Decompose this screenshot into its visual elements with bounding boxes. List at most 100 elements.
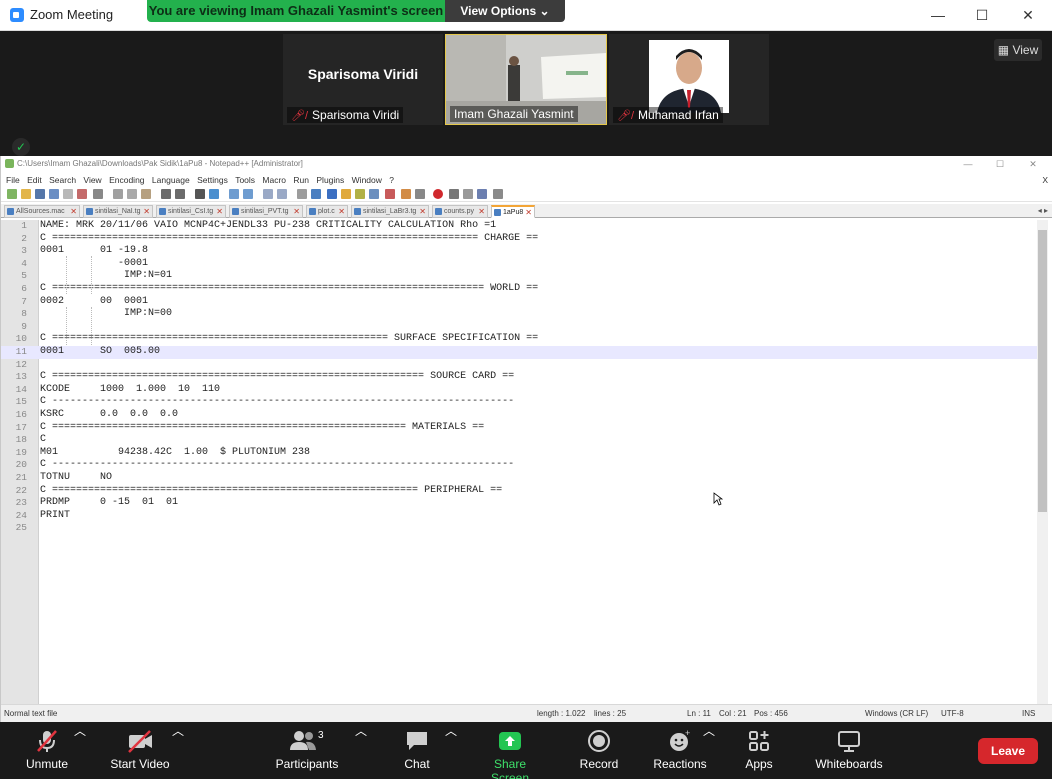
- video-options-chevron-icon[interactable]: ︿: [172, 722, 184, 738]
- code-line: 19 M01 94238.42C 1.00 $ PLUTONIUM 238: [1, 447, 1038, 460]
- minimize-button[interactable]: —: [924, 5, 952, 25]
- status-lines: lines : 25: [594, 709, 627, 718]
- code-line: 23 PRDMP 0 -15 01 01: [1, 497, 1038, 510]
- play-macro-icon: [463, 189, 473, 199]
- code-line: 8 IMP:N=00: [1, 308, 1038, 321]
- npp-menu-help: ?: [389, 175, 394, 185]
- line-text: NAME: MRK 20/11/06 VAIO MCNP4C+JENDL33 P…: [40, 220, 497, 231]
- line-number: 22: [15, 484, 27, 496]
- indent-guide-icon: [327, 189, 337, 199]
- participant-tile-1[interactable]: Sparisoma Viridi 🎤︎/Sparisoma Viridi: [283, 34, 443, 125]
- mic-muted-icon: 🎤︎/: [617, 110, 635, 122]
- copy-icon: [127, 189, 137, 199]
- tab-close-icon: ✕: [293, 207, 300, 216]
- record-button[interactable]: Record: [576, 722, 622, 779]
- grid-icon: ▦: [997, 43, 1010, 57]
- leave-button[interactable]: Leave: [978, 738, 1038, 764]
- udl-icon: [341, 189, 351, 199]
- tab-sintilasi-csi: sintilasi_CsI.tg ✕: [156, 205, 226, 218]
- npp-maximize-icon: ☐: [995, 159, 1005, 169]
- svg-text:+: +: [685, 728, 690, 738]
- code-line: 4 -0001: [1, 258, 1038, 271]
- maximize-button[interactable]: ☐: [968, 5, 996, 25]
- close-button[interactable]: ✕: [1014, 5, 1042, 25]
- meeting-controls: Unmute ︿ Start Video ︿ 3 Participants ︿ …: [0, 722, 1052, 779]
- chat-chevron-icon[interactable]: ︿: [445, 722, 457, 738]
- participant-tile-3[interactable]: 🎤︎/Muhamad Irfan: [609, 34, 769, 125]
- monitoring-icon: [401, 189, 411, 199]
- participants-button[interactable]: 3 Participants: [270, 722, 344, 779]
- tab-close-icon: ✕: [478, 207, 485, 216]
- code-line: 16 KSRC 0.0 0.0 0.0: [1, 409, 1038, 422]
- share-screen-button[interactable]: Share Screen: [474, 722, 546, 779]
- close-all-icon: [77, 189, 87, 199]
- code-line: 20 C ------------------------------------…: [1, 459, 1038, 472]
- view-options-button[interactable]: View Options ⌄: [445, 0, 565, 22]
- chat-button[interactable]: Chat: [396, 722, 438, 779]
- status-file-type: Normal text file: [4, 709, 58, 718]
- reactions-chevron-icon[interactable]: ︿: [703, 722, 715, 738]
- run-macro-multiple-icon: [477, 189, 487, 199]
- shared-screen-notepadpp: C:\Users\Imam Ghazali\Downloads\Pak Sidi…: [0, 156, 1052, 722]
- line-text: 0001 01 -19.8: [40, 245, 149, 257]
- line-number: 12: [15, 358, 27, 370]
- save-macro-icon: [493, 189, 503, 199]
- code-line: 18 C: [1, 434, 1038, 447]
- indent-guide: [91, 256, 92, 294]
- video-off-icon: [104, 728, 176, 754]
- line-text: 0002 00 0001: [40, 295, 149, 307]
- line-text: C ======================================…: [40, 421, 485, 433]
- code-line: 5 IMP:N=01: [1, 270, 1038, 283]
- whiteboards-button[interactable]: Whiteboards: [811, 722, 887, 779]
- tab-plot: plot.c ✕: [306, 205, 348, 218]
- line-number: 18: [15, 434, 27, 446]
- npp-close-icon: ✕: [1029, 159, 1037, 169]
- npp-menu-bar: File Edit Search View Encoding Language …: [1, 173, 1052, 187]
- line-text: KCODE 1000 1.000 10 110: [40, 383, 221, 395]
- doc-map-icon: [355, 189, 365, 199]
- view-options-label: View Options: [460, 4, 537, 18]
- paste-icon: [141, 189, 151, 199]
- mic-muted-icon: [14, 728, 80, 754]
- vertical-scrollbar: [1037, 220, 1048, 704]
- unmute-button[interactable]: Unmute: [14, 722, 80, 779]
- cut-icon: [113, 189, 123, 199]
- status-pos: Pos : 456: [754, 709, 788, 718]
- participant-tile-2[interactable]: Imam Ghazali Yasmint: [445, 34, 607, 125]
- stop-macro-icon: [449, 189, 459, 199]
- tab-allsources: AllSources.mac ✕: [4, 205, 80, 218]
- record-icon: [576, 728, 622, 754]
- tab-sintilasi-nai: sintilasi_NaI.tg ✕: [83, 205, 153, 218]
- apps-button[interactable]: Apps: [740, 722, 778, 779]
- audio-options-chevron-icon[interactable]: ︿: [74, 722, 86, 738]
- security-shield-icon[interactable]: ✓: [12, 138, 30, 156]
- participant-label: 🎤︎/Muhamad Irfan: [613, 107, 723, 123]
- npp-menu-plugins: Plugins: [316, 175, 345, 185]
- npp-menu-view: View: [83, 175, 102, 185]
- participants-chevron-icon[interactable]: ︿: [355, 722, 367, 738]
- npp-menu-edit: Edit: [27, 175, 42, 185]
- status-col: Col : 21: [719, 709, 747, 718]
- line-text: PRINT: [40, 509, 71, 521]
- new-file-icon: [7, 189, 17, 199]
- npp-menu-encoding: Encoding: [109, 175, 145, 185]
- eye-icon: [415, 189, 425, 199]
- view-layout-button[interactable]: ▦ View: [994, 39, 1042, 61]
- reactions-button[interactable]: + Reactions: [651, 722, 709, 779]
- code-line: 11 0001 SO 005.00: [1, 346, 1038, 359]
- replace-icon: [209, 189, 219, 199]
- npp-menu-close: X: [1042, 175, 1048, 185]
- line-text: C: [40, 434, 47, 446]
- line-number: 13: [15, 371, 27, 383]
- code-line: 14 KCODE 1000 1.000 10 110: [1, 384, 1038, 397]
- line-number: 24: [15, 509, 27, 521]
- npp-menu-file: File: [6, 175, 20, 185]
- code-line: 21 TOTNU NO: [1, 472, 1038, 485]
- npp-menu-tools: Tools: [235, 175, 256, 185]
- line-text: -0001: [40, 257, 149, 269]
- status-eol: Windows (CR LF): [865, 709, 929, 718]
- participant-label: 🎤︎/Sparisoma Viridi: [287, 107, 404, 123]
- start-video-button[interactable]: Start Video: [104, 722, 176, 779]
- tab-close-icon: ✕: [338, 207, 345, 216]
- code-line: 15 C ------------------------------------…: [1, 396, 1038, 409]
